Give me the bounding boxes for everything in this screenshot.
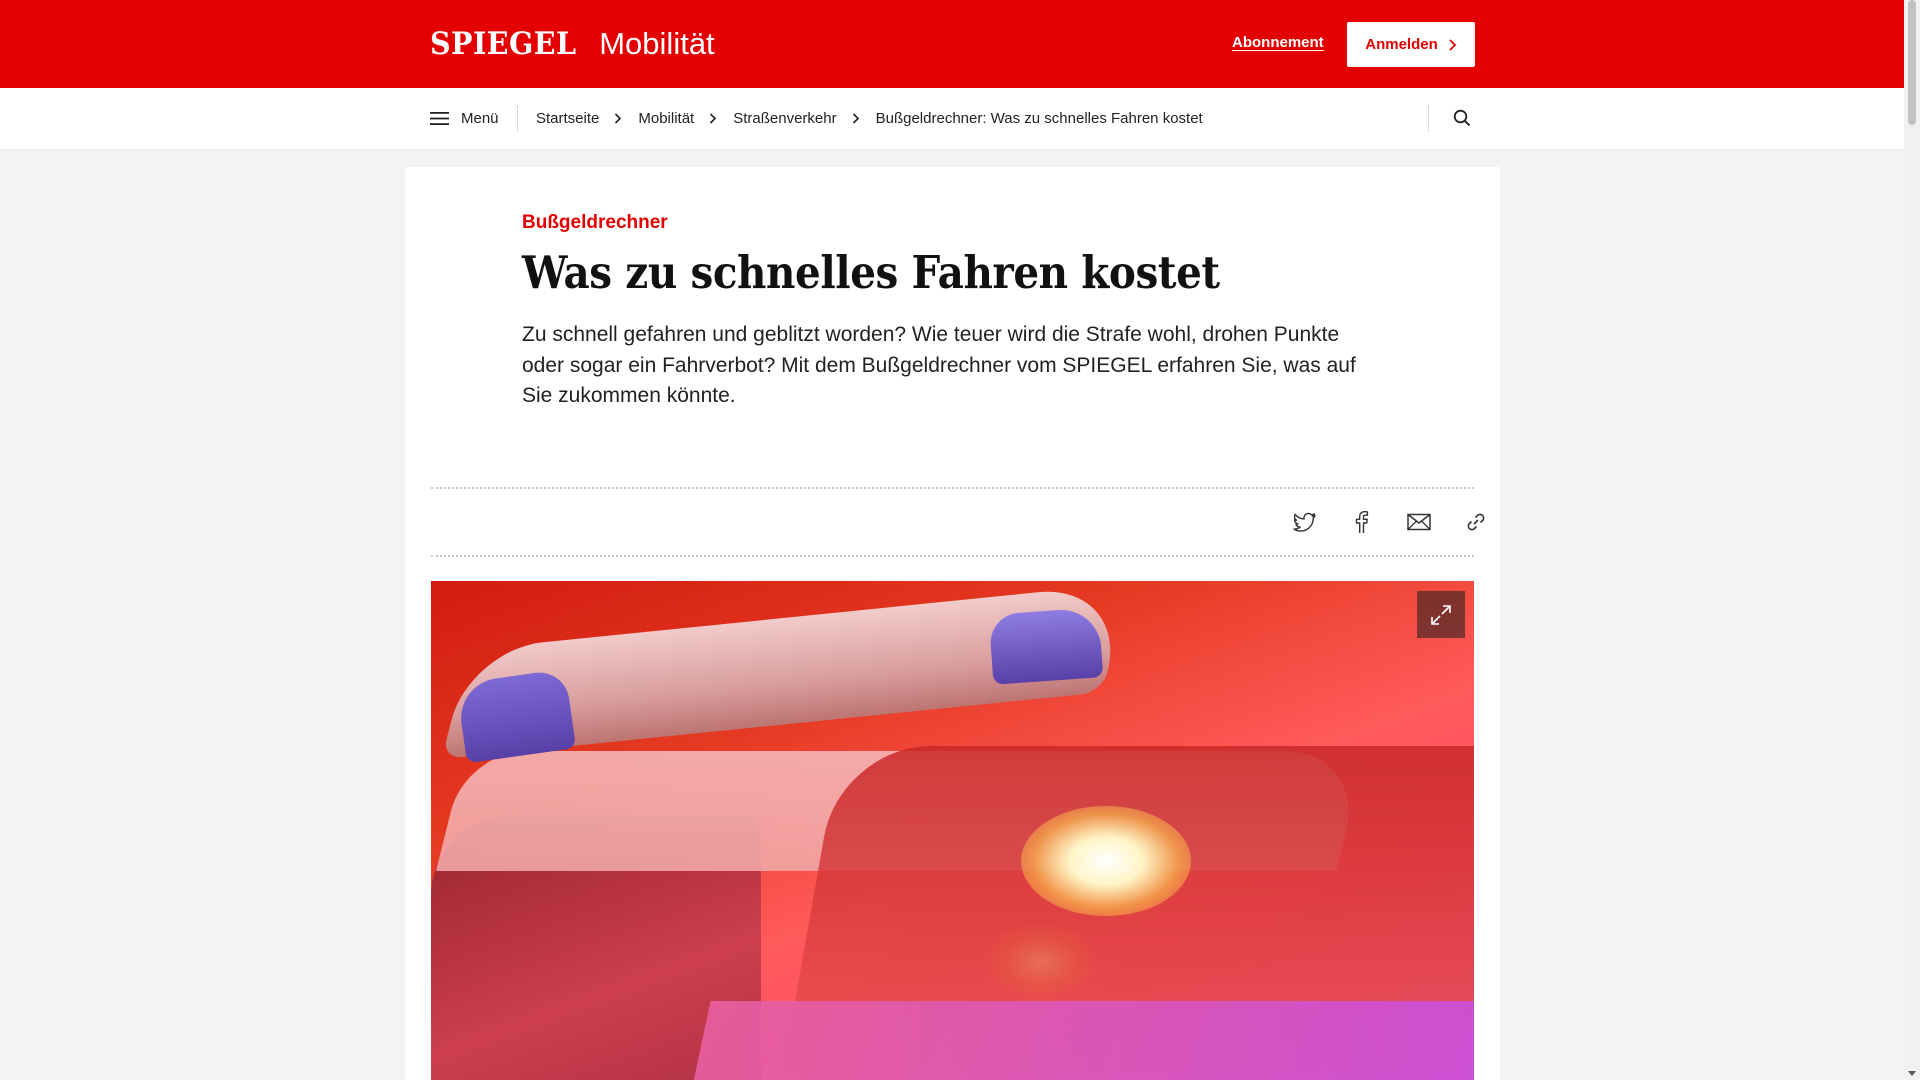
breadcrumb-strassenverkehr[interactable]: Straßenverkehr [733,110,836,127]
hero-shape [988,607,1104,685]
login-button[interactable]: Anmelden [1347,22,1475,67]
menu-label: Menü [461,110,499,127]
breadcrumb-home[interactable]: Startseite [536,110,599,127]
nav-divider [1428,106,1429,132]
search-button[interactable] [1450,106,1474,130]
nav-bar: Menü Startseite Mobilität Straßenverkehr… [0,88,1904,150]
expand-image-button[interactable] [1417,591,1465,638]
chevron-right-icon [615,113,622,124]
share-bar [431,487,1485,557]
hamburger-icon [430,112,449,125]
chevron-right-icon [1449,38,1457,51]
scroll-down-arrow-icon[interactable] [1908,1071,1916,1076]
link-icon [1467,513,1485,531]
twitter-icon [1293,512,1316,532]
chevron-right-icon [852,113,859,124]
hero-image [431,581,1474,1080]
top-header: SPIEGEL Mobilität Abonnement Anmelden [0,0,1904,88]
hero-shape [691,1001,1474,1080]
breadcrumb-current: Bußgeldrechner: Was zu schnelles Fahren … [875,110,1203,127]
scrollbar[interactable] [1904,0,1920,1080]
scrollbar-thumb[interactable] [1908,0,1916,125]
breadcrumb: Startseite Mobilität Straßenverkehr Bußg… [536,88,1203,149]
spiegel-logo: SPIEGEL [430,26,577,62]
breadcrumb-mobilitaet[interactable]: Mobilität [638,110,694,127]
mail-icon [1407,513,1431,531]
share-twitter-button[interactable] [1291,508,1319,536]
share-link-button[interactable] [1462,508,1490,536]
menu-button[interactable]: Menü [430,88,499,149]
share-mail-button[interactable] [1405,508,1433,536]
chevron-right-icon [710,113,717,124]
article-teaser: Zu schnell gefahren und geblitzt worden?… [522,323,1356,407]
brand-logo-link[interactable]: SPIEGEL Mobilität [430,26,715,62]
expand-icon [1431,604,1451,625]
article-card: Bußgeldrechner Was zu schnelles Fahren k… [405,167,1500,1080]
subscription-link[interactable]: Abonnement [1232,34,1324,51]
section-name: Mobilität [599,26,715,61]
article-headline: Was zu schnelles Fahren kostet [522,246,1220,299]
hero-shape [1021,806,1191,916]
search-icon [1453,109,1471,127]
login-button-label: Anmelden [1365,36,1438,53]
share-facebook-button[interactable] [1348,508,1376,536]
facebook-icon [1355,511,1369,533]
article-kicker: Bußgeldrechner [522,212,668,233]
nav-divider [517,106,518,132]
